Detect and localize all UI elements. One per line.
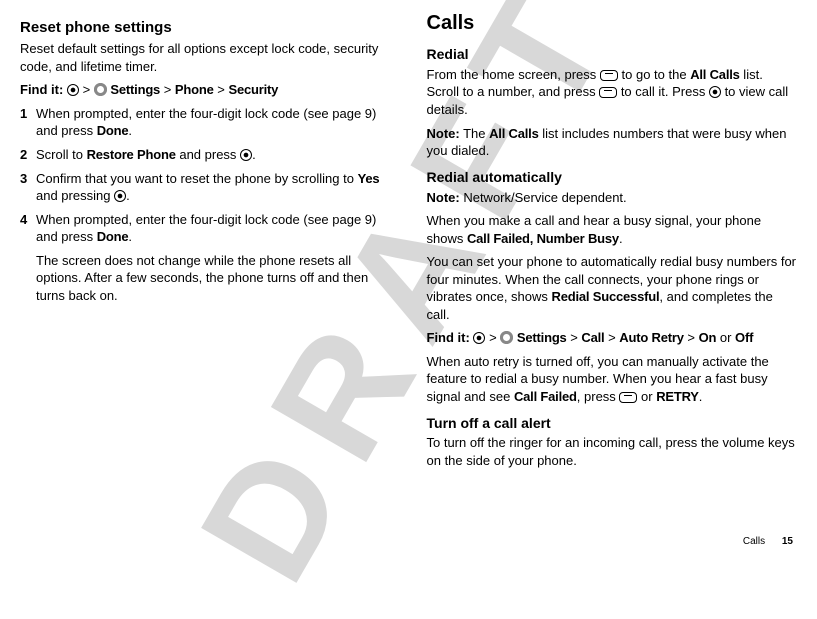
findit-settings: Settings (517, 330, 567, 345)
call-failed-label: Call Failed (514, 389, 577, 404)
redial-note: Note: The All Calls list includes number… (427, 125, 798, 160)
reset-after: The screen does not change while the pho… (36, 252, 391, 305)
findit-call: Call (581, 330, 604, 345)
note-label: Note: (427, 126, 460, 141)
t: . (619, 231, 623, 246)
step-number: 4 (20, 211, 36, 246)
done-label: Done (97, 123, 129, 138)
redial-successful-label: Redial Successful (552, 289, 660, 304)
t: When prompted, enter the four-digit lock… (36, 212, 376, 245)
findit-phone: Phone (175, 82, 214, 97)
findit-on: On (699, 330, 717, 345)
step-body: When prompted, enter the four-digit lock… (36, 105, 391, 140)
reset-heading: Reset phone settings (20, 18, 391, 38)
redial-para: From the home screen, press to go to the… (427, 66, 798, 119)
findit-off: Off (735, 330, 753, 345)
reset-intro: Reset default settings for all options e… (20, 40, 391, 75)
softkey-icon (599, 87, 617, 98)
t: or (637, 389, 656, 404)
redial-auto-heading: Redial automatically (427, 168, 798, 187)
note-label: Note: (427, 190, 460, 205)
t: Network/Service dependent. (460, 190, 627, 205)
right-column: Calls Redial From the home screen, press… (427, 10, 798, 476)
retry-label: RETRY (656, 389, 699, 404)
redial-heading: Redial (427, 45, 798, 64)
step-number: 3 (20, 170, 36, 205)
center-key-icon (114, 190, 126, 202)
center-key-icon (240, 149, 252, 161)
restore-phone-label: Restore Phone (87, 147, 176, 162)
t: . (699, 389, 703, 404)
findit-label: Find it: (427, 330, 470, 345)
step-number: 1 (20, 105, 36, 140)
auto-p1: When you make a call and hear a busy sig… (427, 212, 798, 247)
t: to go to the (618, 67, 690, 82)
gear-icon (500, 331, 513, 344)
auto-p2: You can set your phone to automatically … (427, 253, 798, 323)
findit-autoretry: Auto Retry (619, 330, 683, 345)
sep: > (214, 82, 229, 97)
all-calls-label: All Calls (690, 67, 740, 82)
call-failed-busy-label: Call Failed, Number Busy (467, 231, 619, 246)
auto-note: Note: Network/Service dependent. (427, 189, 798, 207)
list-item: 3 Confirm that you want to reset the pho… (20, 170, 391, 205)
sep: > (684, 330, 699, 345)
step-body: Confirm that you want to reset the phone… (36, 170, 391, 205)
t: or (716, 330, 735, 345)
t: Scroll to (36, 147, 87, 162)
turnoff-heading: Turn off a call alert (427, 414, 798, 433)
done-label: Done (97, 229, 129, 244)
list-item: 4 When prompted, enter the four-digit lo… (20, 211, 391, 246)
auto-p3: When auto retry is turned off, you can m… (427, 353, 798, 406)
t: to call it. Press (617, 84, 709, 99)
t: . (126, 188, 130, 203)
t: . (128, 229, 132, 244)
findit-settings: Settings (110, 82, 160, 97)
t: and press (176, 147, 240, 162)
list-item: 1 When prompted, enter the four-digit lo… (20, 105, 391, 140)
t: and pressing (36, 188, 114, 203)
sep: > (604, 330, 619, 345)
findit-label: Find it: (20, 82, 63, 97)
t: , press (577, 389, 620, 404)
step-body: Scroll to Restore Phone and press . (36, 146, 391, 164)
page-number: 15 (782, 536, 793, 547)
t: . (252, 147, 256, 162)
sep: > (485, 330, 500, 345)
footer-section: Calls (743, 536, 765, 547)
center-key-icon (473, 332, 485, 344)
findit-security: Security (228, 82, 278, 97)
center-key-icon (67, 84, 79, 96)
auto-findit: Find it: > Settings > Call > Auto Retry … (427, 329, 798, 347)
list-item: 2 Scroll to Restore Phone and press . (20, 146, 391, 164)
t: Confirm that you want to reset the phone… (36, 171, 358, 186)
t: When prompted, enter the four-digit lock… (36, 106, 376, 139)
t: From the home screen, press (427, 67, 600, 82)
step-number: 2 (20, 146, 36, 164)
softkey-icon (600, 70, 618, 81)
sep: > (160, 82, 175, 97)
sep: > (79, 82, 94, 97)
turnoff-p: To turn off the ringer for an incoming c… (427, 434, 798, 469)
gear-icon (94, 83, 107, 96)
reset-findit: Find it: > Settings > Phone > Security (20, 81, 391, 99)
yes-label: Yes (358, 171, 380, 186)
softkey-icon (619, 392, 637, 403)
all-calls-label: All Calls (489, 126, 539, 141)
step-body: When prompted, enter the four-digit lock… (36, 211, 391, 246)
page-footer: Calls 15 (743, 535, 793, 549)
page-columns: Reset phone settings Reset default setti… (20, 10, 797, 476)
sep: > (567, 330, 582, 345)
t: The (460, 126, 489, 141)
calls-heading: Calls (427, 10, 798, 37)
reset-steps: 1 When prompted, enter the four-digit lo… (20, 105, 391, 246)
center-key-icon (709, 86, 721, 98)
t: . (128, 123, 132, 138)
left-column: Reset phone settings Reset default setti… (20, 10, 391, 476)
